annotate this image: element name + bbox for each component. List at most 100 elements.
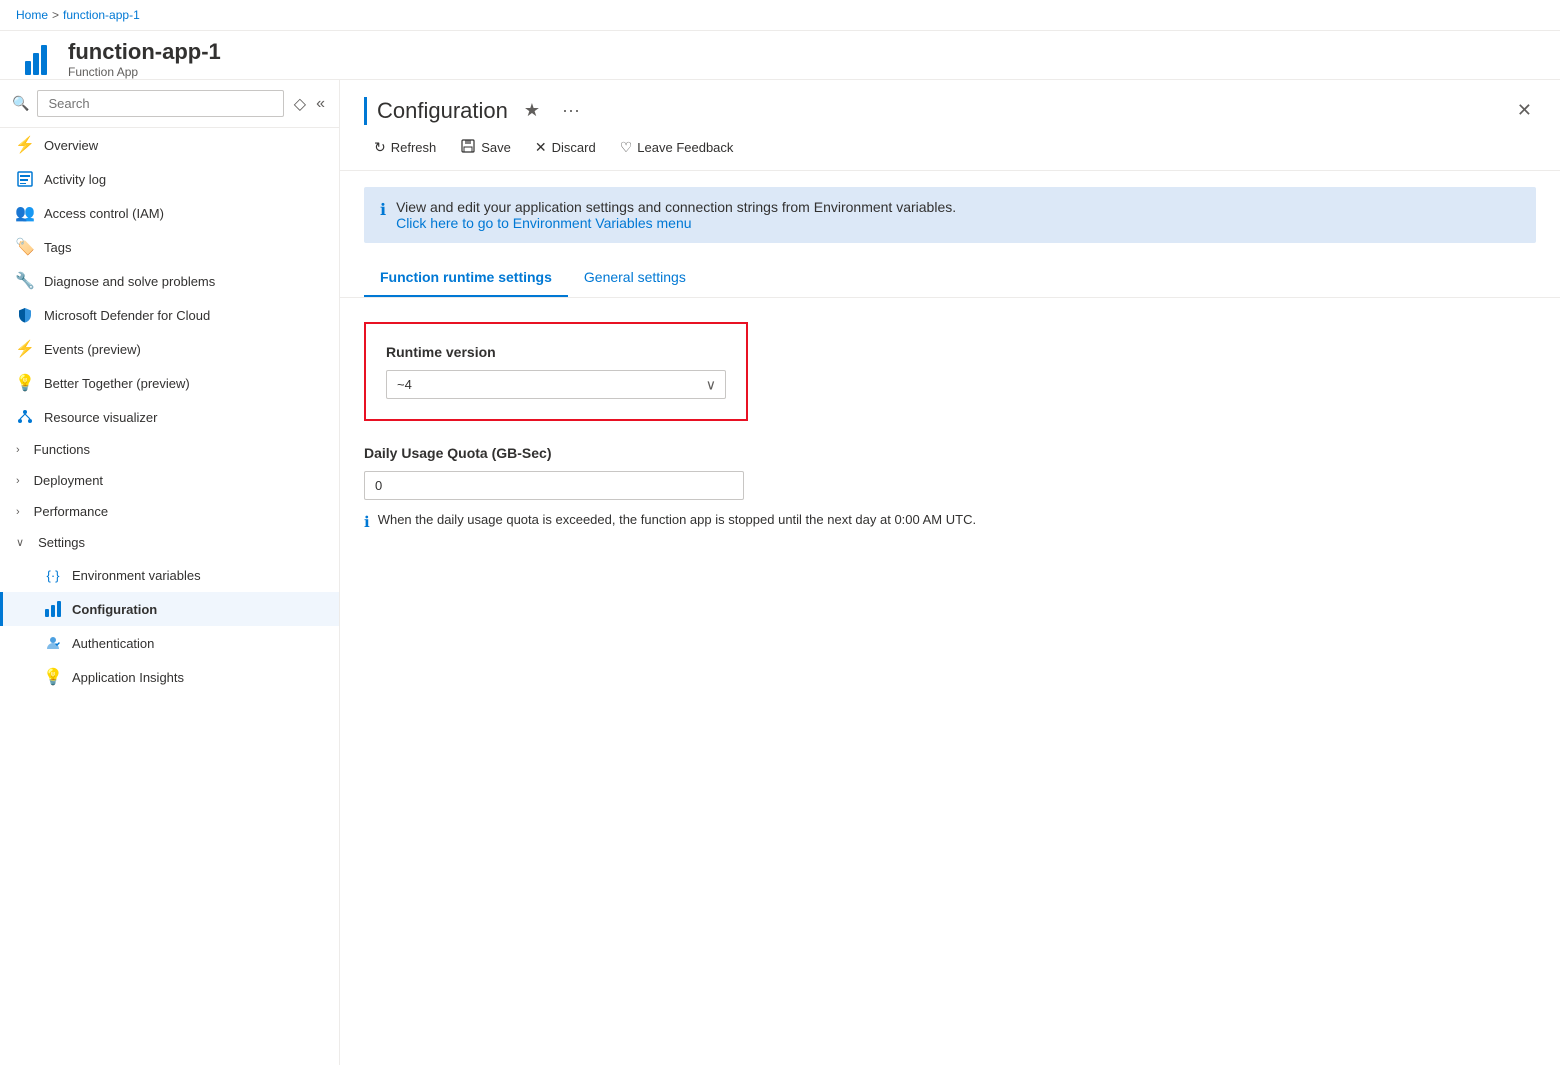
info-banner: ℹ View and edit your application setting…	[364, 187, 1536, 243]
wrench-icon: 🔧	[16, 272, 34, 290]
discard-button[interactable]: ✕ Discard	[525, 134, 606, 161]
chevron-right-icon: ›	[16, 444, 20, 456]
chevron-right-icon: ›	[16, 506, 20, 518]
env-icon: {·}	[44, 566, 62, 584]
tab-general-settings[interactable]: General settings	[568, 259, 702, 297]
chevron-down-icon: ∨	[16, 536, 24, 549]
tab-bar: Function runtime settings General settin…	[340, 259, 1560, 298]
sidebar-item-settings[interactable]: ∨ Settings	[0, 527, 339, 558]
events-icon: ⚡	[16, 340, 34, 358]
save-button[interactable]: Save	[450, 133, 521, 162]
sidebar-item-authentication[interactable]: Authentication	[0, 626, 339, 660]
person-group-icon: 👥	[16, 204, 34, 222]
sidebar-item-label: Access control (IAM)	[44, 206, 164, 221]
sidebar-item-configuration[interactable]: Configuration	[0, 592, 339, 626]
runtime-version-section: Runtime version ~4 ~3 ~2 ~1 ∨	[364, 322, 1536, 421]
runtime-version-box: Runtime version ~4 ~3 ~2 ~1 ∨	[364, 322, 748, 421]
search-input[interactable]	[37, 90, 283, 117]
person-shield-icon	[44, 634, 62, 652]
sidebar-item-overview[interactable]: ⚡ Overview	[0, 128, 339, 162]
sidebar-item-label: Tags	[44, 240, 71, 255]
collapse-icon[interactable]: «	[314, 93, 327, 115]
info-icon: ℹ	[380, 200, 386, 220]
discard-label: Discard	[552, 140, 596, 155]
breadcrumb-home[interactable]: Home	[16, 8, 48, 22]
feedback-icon: ♡	[620, 139, 633, 156]
pin-icon[interactable]: ◇	[292, 92, 308, 116]
info-link[interactable]: Click here to go to Environment Variable…	[396, 215, 691, 231]
search-icon: 🔍	[12, 95, 29, 112]
sidebar-item-label: Authentication	[72, 636, 154, 651]
leave-feedback-label: Leave Feedback	[637, 140, 733, 155]
sidebar-item-performance[interactable]: › Performance	[0, 496, 339, 527]
sidebar-item-label: Resource visualizer	[44, 410, 157, 425]
refresh-icon: ↻	[374, 139, 386, 156]
sidebar-item-label: Better Together (preview)	[44, 376, 190, 391]
daily-quota-input[interactable]	[364, 471, 744, 500]
sidebar-item-better-together[interactable]: 💡 Better Together (preview)	[0, 366, 339, 400]
sidebar-item-label: Activity log	[44, 172, 106, 187]
sidebar-item-defender[interactable]: Microsoft Defender for Cloud	[0, 298, 339, 332]
sidebar-item-label: Events (preview)	[44, 342, 141, 357]
sidebar-item-label: Deployment	[34, 473, 103, 488]
runtime-version-select[interactable]: ~4 ~3 ~2 ~1	[386, 370, 726, 399]
breadcrumb-app[interactable]: function-app-1	[63, 8, 140, 22]
breadcrumb-separator: >	[52, 8, 59, 22]
sidebar-item-events[interactable]: ⚡ Events (preview)	[0, 332, 339, 366]
sidebar-item-label: Configuration	[72, 602, 157, 617]
app-icon	[16, 39, 56, 79]
sidebar-item-label: Environment variables	[72, 568, 201, 583]
shield-icon	[16, 306, 34, 324]
breadcrumb: Home > function-app-1	[16, 8, 140, 22]
sidebar-item-access-control[interactable]: 👥 Access control (IAM)	[0, 196, 339, 230]
sidebar-item-label: Performance	[34, 504, 108, 519]
sidebar-item-deployment[interactable]: › Deployment	[0, 465, 339, 496]
daily-quota-label: Daily Usage Quota (GB-Sec)	[364, 445, 1536, 461]
refresh-label: Refresh	[391, 140, 437, 155]
sidebar-item-tags[interactable]: 🏷️ Tags	[0, 230, 339, 264]
config-bars-icon	[44, 600, 62, 618]
app-type: Function App	[68, 65, 221, 79]
sidebar-item-env-variables[interactable]: {·} Environment variables	[0, 558, 339, 592]
sidebar-item-label: Microsoft Defender for Cloud	[44, 308, 210, 323]
sidebar-navigation: ⚡ Overview Activity log 👥 Access control…	[0, 128, 339, 1065]
chevron-right-icon: ›	[16, 475, 20, 487]
close-button[interactable]: ✕	[1513, 96, 1536, 125]
quota-info-text: When the daily usage quota is exceeded, …	[378, 512, 976, 527]
toolbar: ↻ Refresh Save ✕ Discard ♡ Leav	[340, 125, 1560, 171]
leave-feedback-button[interactable]: ♡ Leave Feedback	[610, 134, 744, 161]
discard-icon: ✕	[535, 139, 547, 156]
page-title: Configuration	[377, 98, 508, 124]
tab-function-runtime[interactable]: Function runtime settings	[364, 259, 568, 297]
runtime-version-label: Runtime version	[386, 344, 726, 360]
refresh-button[interactable]: ↻ Refresh	[364, 134, 446, 161]
sidebar-item-label: Application Insights	[72, 670, 184, 685]
save-label: Save	[481, 140, 511, 155]
sidebar-item-resource-visualizer[interactable]: Resource visualizer	[0, 400, 339, 434]
sidebar-item-app-insights[interactable]: 💡 Application Insights	[0, 660, 339, 694]
save-icon	[460, 138, 476, 157]
tag-icon: 🏷️	[16, 238, 34, 256]
nodes-icon	[16, 408, 34, 426]
app-insights-icon: 💡	[44, 668, 62, 686]
favorite-button[interactable]: ★	[518, 98, 546, 123]
bolt-icon: ⚡	[16, 136, 34, 154]
sidebar-item-label: Functions	[34, 442, 90, 457]
content-area: Runtime version ~4 ~3 ~2 ~1 ∨ Daily Usag…	[340, 298, 1560, 1065]
daily-quota-section: Daily Usage Quota (GB-Sec) ℹ When the da…	[364, 445, 1536, 531]
activity-log-icon	[16, 170, 34, 188]
more-options-button[interactable]: ···	[556, 98, 586, 123]
sidebar-item-diagnose[interactable]: 🔧 Diagnose and solve problems	[0, 264, 339, 298]
lightbulb-icon: 💡	[16, 374, 34, 392]
sidebar-item-label: Settings	[38, 535, 85, 550]
app-name: function-app-1	[68, 39, 221, 65]
sidebar: 🔍 ◇ « ⚡ Overview	[0, 80, 340, 1065]
quota-info-icon: ℹ	[364, 513, 370, 531]
info-text: View and edit your application settings …	[396, 199, 956, 215]
sidebar-item-functions[interactable]: › Functions	[0, 434, 339, 465]
sidebar-item-activity-log[interactable]: Activity log	[0, 162, 339, 196]
title-divider	[364, 97, 367, 125]
main-content: Configuration ★ ··· ✕ ↻ Refresh	[340, 80, 1560, 1065]
sidebar-item-label: Overview	[44, 138, 98, 153]
sidebar-item-label: Diagnose and solve problems	[44, 274, 215, 289]
